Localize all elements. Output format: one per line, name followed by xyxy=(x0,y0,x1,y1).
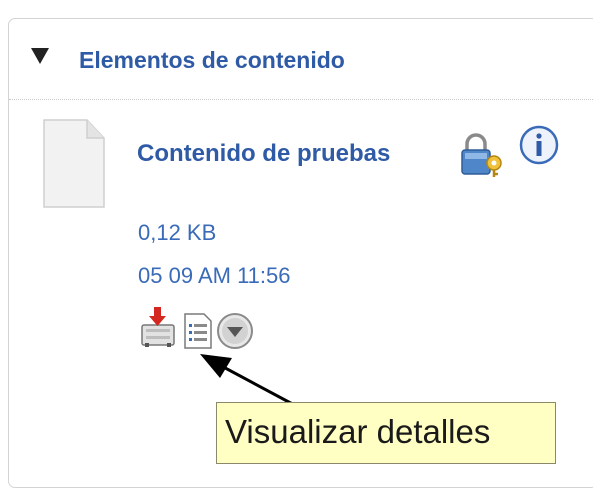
modified-date: 05 09 AM 11:56 xyxy=(138,263,291,288)
details-list-icon[interactable] xyxy=(182,312,214,350)
panel-header: Elementos de contenido xyxy=(9,19,593,100)
info-icon[interactable] xyxy=(518,124,560,166)
content-item-title[interactable]: Contenido de pruebas xyxy=(137,140,390,168)
document-icon xyxy=(43,119,105,208)
file-size: 0,12 KB xyxy=(138,220,217,245)
download-icon[interactable] xyxy=(136,305,178,349)
lock-key-icon xyxy=(461,133,502,177)
tooltip-view-details: Visualizar detalles xyxy=(216,402,556,464)
triangle-down-icon[interactable] xyxy=(29,45,51,67)
panel-title[interactable]: Elementos de contenido xyxy=(79,47,345,74)
chevron-down-circle-icon[interactable] xyxy=(215,311,255,351)
